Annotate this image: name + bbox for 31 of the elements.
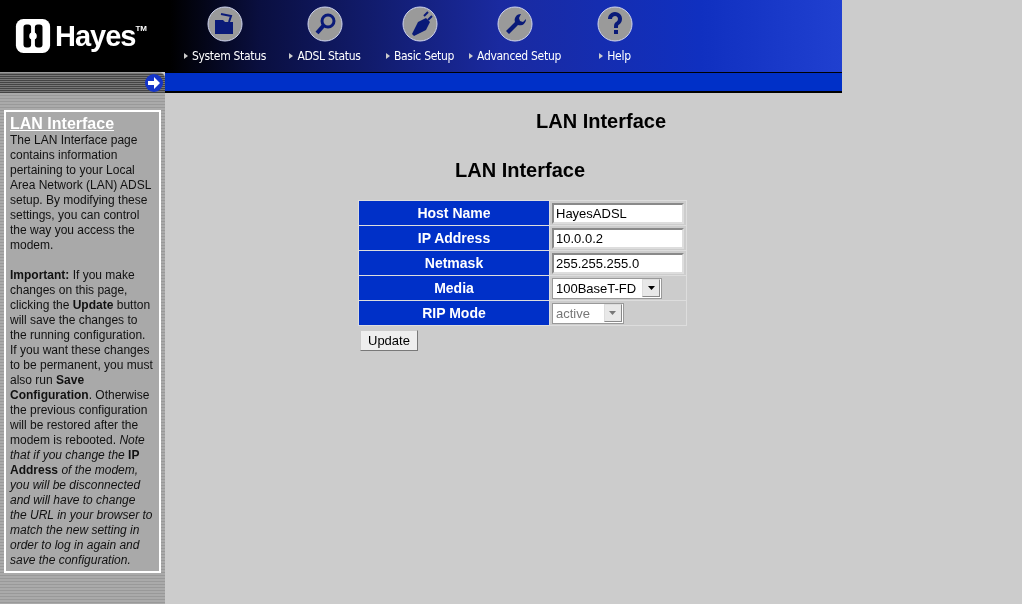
- arrow-icon: [145, 74, 163, 92]
- wrench-icon[interactable]: [497, 6, 533, 42]
- form-title: LAN Interface: [455, 159, 586, 182]
- field-label: Netmask: [359, 251, 549, 275]
- field-label: IP Address: [359, 226, 549, 250]
- dropdown[interactable]: 100BaseT-FD: [552, 277, 663, 299]
- field-label: Media: [359, 276, 549, 300]
- logo-icon: [14, 16, 52, 56]
- help-paragraph: Important: If you make changes on this page, clicking the Update button will save the changes to the running configuration. If you want these changes to be permanent, you must also run Save Configuration. Otherwise the previous configuration will be restored after the modem is rebooted. Note that if you change the IP Address of the modem, you will be disconnected and will have to change the URL in your browser to match the new setting in order to log in again and save the configuration.: [10, 268, 154, 568]
- nav-link[interactable]: Help: [599, 49, 631, 63]
- trademark: TM: [135, 24, 148, 33]
- caret-icon: [647, 286, 655, 290]
- field-label: Host Name: [359, 201, 549, 225]
- help-title: LAN Interface: [10, 115, 116, 133]
- help-paragraph: The LAN Interface page contains information pertaining to your Local Area Network (LAN) ADSL setup. By modifying these settings, you can control the way you access the modem.: [10, 133, 152, 253]
- update-button[interactable]: Update: [360, 330, 418, 351]
- logo-text: Hayes: [55, 19, 136, 53]
- field-label: RIP Mode: [359, 301, 549, 325]
- search-icon[interactable]: [307, 6, 343, 42]
- plug-icon[interactable]: [402, 6, 438, 42]
- text-field[interactable]: 10.0.0.2: [552, 227, 684, 249]
- nav-link[interactable]: Advanced Setup: [469, 49, 561, 63]
- text-field[interactable]: 255.255.255.0: [552, 252, 684, 274]
- nav-link[interactable]: ADSL Status: [289, 49, 361, 63]
- nav-link[interactable]: Basic Setup: [385, 49, 455, 63]
- nav-link[interactable]: System Status: [183, 49, 267, 63]
- help-icon[interactable]: [597, 6, 633, 42]
- page-title: LAN Interface: [536, 110, 667, 133]
- folder-icon[interactable]: [207, 6, 243, 42]
- text-field[interactable]: HayesADSL: [552, 202, 684, 224]
- caret-icon: [609, 311, 617, 315]
